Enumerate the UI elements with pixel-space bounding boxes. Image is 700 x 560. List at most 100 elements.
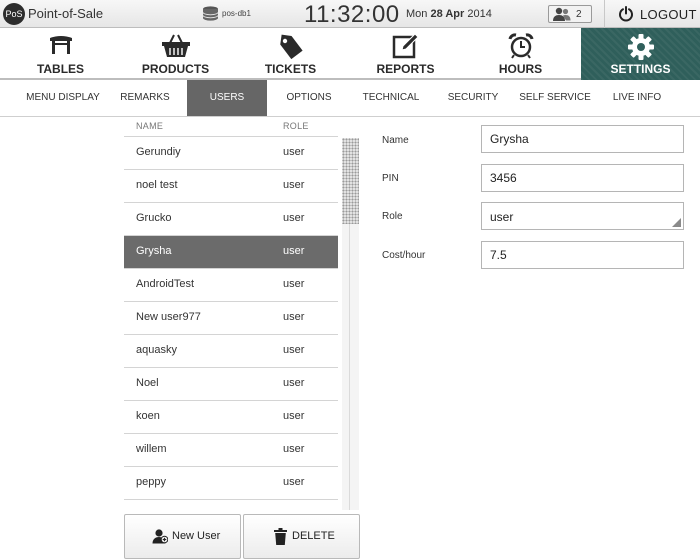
cost-per-hour-label: Cost/hour <box>382 250 426 261</box>
nav-tickets-label: TICKETS <box>264 62 317 76</box>
logout-label: LOGOUT <box>640 7 697 22</box>
user-name: willem <box>136 443 167 455</box>
role-select[interactable]: user <box>481 202 684 230</box>
edit-icon <box>392 33 419 59</box>
gear-icon <box>627 34 654 60</box>
user-row[interactable]: New user977 user <box>124 301 338 334</box>
add-user-icon <box>152 529 168 544</box>
basket-icon <box>161 34 190 57</box>
nav-tickets[interactable]: TICKETS <box>230 28 351 80</box>
subtab-self-service[interactable]: SELF SERVICE <box>515 80 595 116</box>
users-list: Gerundiy user noel test user Grucko user… <box>124 136 338 508</box>
clock: 11:32:00 <box>304 1 400 28</box>
main-nav: TABLES PRODUCTS TICKETS REPORTS HOURS SE… <box>0 28 700 80</box>
nav-products[interactable]: PRODUCTS <box>121 28 230 80</box>
user-name: aquasky <box>136 344 177 356</box>
subtab-menu-display[interactable]: MENU DISPLAY <box>20 80 106 116</box>
user-name: noel test <box>136 179 178 191</box>
user-row[interactable]: Grucko user <box>124 202 338 235</box>
trash-icon <box>274 528 287 545</box>
user-row[interactable]: AndroidTest user <box>124 268 338 301</box>
subtab-users[interactable]: USERS <box>187 80 267 116</box>
nav-hours-label: HOURS <box>498 62 543 76</box>
dropdown-corner-icon <box>672 218 681 227</box>
name-field[interactable] <box>481 125 684 153</box>
user-name: peppy <box>136 476 166 488</box>
online-users-count: 2 <box>576 9 582 20</box>
user-role: user <box>283 476 305 488</box>
name-label: Name <box>382 135 409 146</box>
user-row[interactable]: aquasky user <box>124 334 338 367</box>
users-list-scrollbar[interactable] <box>342 138 359 510</box>
user-role: user <box>283 278 305 290</box>
user-name: Grucko <box>136 212 172 224</box>
pin-label: PIN <box>382 173 399 184</box>
date-year: 2014 <box>467 8 492 20</box>
user-role: user <box>283 179 305 191</box>
table-icon <box>49 36 72 54</box>
cost-per-hour-field[interactable] <box>481 241 684 269</box>
scrollbar-thumb[interactable] <box>342 138 359 224</box>
tag-icon <box>279 34 303 60</box>
app-title: Point-of-Sale <box>28 6 104 21</box>
user-name: Grysha <box>136 245 172 257</box>
nav-settings[interactable]: SETTINGS <box>581 28 700 80</box>
subtab-remarks[interactable]: REMARKS <box>110 80 180 116</box>
list-divider <box>349 224 350 510</box>
alarm-clock-icon <box>508 33 533 59</box>
user-role: user <box>283 212 305 224</box>
user-name: AndroidTest <box>136 278 195 290</box>
subtab-live-info[interactable]: LIVE INFO <box>605 80 669 116</box>
top-status-bar: PoS Point-of-Sale pos-db1 11:32:00 Mon 2… <box>0 0 700 28</box>
pos-logo: PoS <box>3 3 25 25</box>
role-select-value: user <box>490 210 514 224</box>
delete-label: DELETE <box>292 530 335 542</box>
user-name: koen <box>136 410 160 422</box>
user-role: user <box>283 344 305 356</box>
new-user-button[interactable]: New User <box>124 514 241 559</box>
logout-button[interactable]: LOGOUT <box>604 0 700 28</box>
nav-tables-label: TABLES <box>36 62 85 76</box>
nav-products-label: PRODUCTS <box>141 62 210 76</box>
delete-button[interactable]: DELETE <box>243 514 360 559</box>
column-header-role: ROLE <box>283 121 309 131</box>
date-weekday: Mon <box>406 8 428 20</box>
user-row[interactable]: noel test user <box>124 169 338 202</box>
date: Mon 28 Apr 2014 <box>406 8 492 20</box>
user-row[interactable]: Gerundiy user <box>124 136 338 169</box>
user-row[interactable]: peppy user <box>124 466 338 499</box>
user-role: user <box>283 443 305 455</box>
subtab-options[interactable]: OPTIONS <box>274 80 344 116</box>
subtab-technical[interactable]: TECHNICAL <box>355 80 427 116</box>
online-users-button[interactable]: 2 <box>548 5 592 23</box>
column-header-name: NAME <box>136 121 164 131</box>
user-name: New user977 <box>136 311 201 323</box>
database-icon <box>202 6 219 21</box>
nav-settings-label: SETTINGS <box>610 62 671 76</box>
user-row[interactable]: Noel user <box>124 367 338 400</box>
nav-hours[interactable]: HOURS <box>460 28 581 80</box>
nav-reports-label: REPORTS <box>376 62 435 76</box>
nav-tables[interactable]: TABLES <box>0 28 121 80</box>
user-role: user <box>283 377 305 389</box>
user-row[interactable]: koen user <box>124 400 338 433</box>
user-row[interactable]: willem user <box>124 433 338 466</box>
user-role: user <box>283 245 305 257</box>
user-name: Noel <box>136 377 159 389</box>
user-row-selected[interactable]: Grysha user <box>124 235 338 268</box>
user-role: user <box>283 410 305 422</box>
users-icon <box>553 7 571 21</box>
settings-subnav: MENU DISPLAY REMARKS USERS OPTIONS TECHN… <box>0 80 700 117</box>
nav-reports[interactable]: REPORTS <box>351 28 460 80</box>
date-day-month: 28 Apr <box>430 8 465 20</box>
user-role: user <box>283 146 305 158</box>
user-row[interactable] <box>124 499 338 508</box>
pin-field[interactable] <box>481 164 684 192</box>
database-name: pos-db1 <box>222 9 251 18</box>
power-icon <box>619 6 633 22</box>
new-user-label: New User <box>172 530 221 542</box>
user-role: user <box>283 311 305 323</box>
role-label: Role <box>382 211 403 222</box>
subtab-security[interactable]: SECURITY <box>440 80 506 116</box>
user-name: Gerundiy <box>136 146 181 158</box>
